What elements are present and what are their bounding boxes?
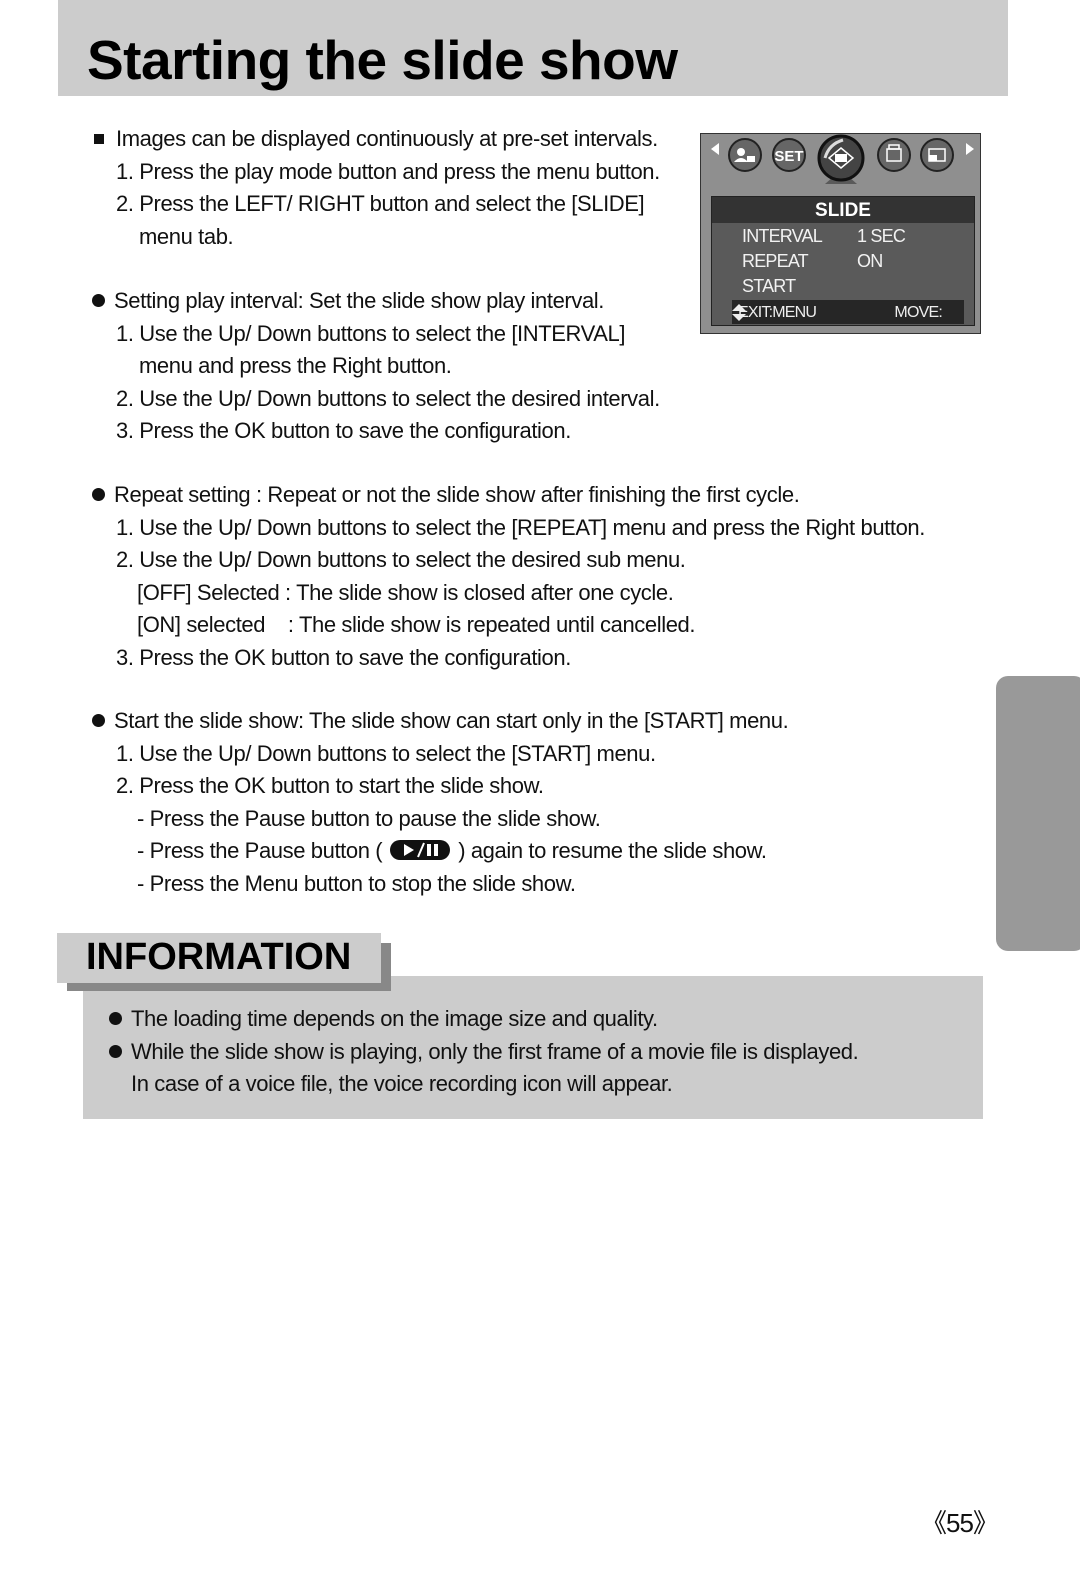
lcd-slide-panel: SLIDE INTERVAL 1 SEC REPEAT ON START EXI… bbox=[711, 196, 975, 326]
start-section: Start the slide show: The slide show can… bbox=[90, 705, 789, 900]
repeat-option-off: [OFF] Selected : The slide show is close… bbox=[137, 579, 674, 605]
lcd-move-label: MOVE: bbox=[894, 304, 942, 321]
left-arrow-icon bbox=[711, 143, 719, 155]
repeat-step: 2. Use the Up/ Down buttons to select th… bbox=[116, 547, 686, 572]
lcd-menu-screenshot: SET SLIDE INTERVAL 1 SEC REPEAT ON START… bbox=[700, 133, 981, 334]
repeat-step: 1. Use the Up/ Down buttons to select th… bbox=[116, 514, 925, 540]
repeat-section: Repeat setting : Repeat or not the slide… bbox=[90, 479, 925, 674]
start-substep: - Press the Menu button to stop the slid… bbox=[137, 870, 576, 896]
resize-icon bbox=[920, 138, 954, 172]
lcd-header: SLIDE bbox=[712, 197, 974, 223]
start-substep-pause: - Press the Pause button () again to res… bbox=[137, 838, 767, 863]
information-tab: INFORMATION bbox=[57, 933, 381, 983]
interval-step: 1. Use the Up/ Down buttons to select th… bbox=[116, 320, 626, 346]
play-pause-button-icon bbox=[390, 840, 451, 861]
up-down-arrow-icon bbox=[732, 304, 746, 321]
interval-lead: Setting play interval: Set the slide sho… bbox=[90, 285, 660, 318]
right-arrow-icon bbox=[966, 143, 974, 155]
bullet-icon bbox=[92, 488, 105, 502]
slide-icon bbox=[817, 134, 865, 184]
intro-step-cont: menu tab. bbox=[139, 223, 234, 249]
start-step: 1. Use the Up/ Down buttons to select th… bbox=[116, 740, 656, 766]
interval-section: Setting play interval: Set the slide sho… bbox=[90, 285, 660, 448]
start-substep: - Press the Pause button to pause the sl… bbox=[137, 805, 601, 831]
intro-step: 2. Press the LEFT/ RIGHT button and sele… bbox=[116, 191, 645, 216]
print-icon bbox=[877, 138, 911, 172]
repeat-lead: Repeat setting : Repeat or not the slide… bbox=[90, 479, 925, 512]
lcd-exit-label: EXIT:MENU bbox=[738, 304, 817, 321]
intro-section: Images can be displayed continuously at … bbox=[90, 123, 660, 253]
start-lead: Start the slide show: The slide show can… bbox=[90, 705, 789, 738]
svg-text:SET: SET bbox=[774, 148, 803, 165]
square-bullet-icon bbox=[94, 133, 104, 144]
lcd-row-label: INTERVAL bbox=[742, 226, 823, 246]
bullet-icon bbox=[92, 714, 105, 728]
bullet-icon bbox=[109, 1012, 122, 1026]
information-list: The loading time depends on the image si… bbox=[107, 1002, 859, 1100]
interval-step: 3. Press the OK button to save the confi… bbox=[116, 418, 571, 443]
page-title: Starting the slide show bbox=[87, 29, 678, 91]
lcd-footer: EXIT:MENU MOVE: bbox=[732, 300, 964, 324]
bullet-icon bbox=[109, 1044, 122, 1058]
repeat-step: 3. Press the OK button to save the confi… bbox=[116, 644, 571, 670]
side-chapter-tab bbox=[996, 676, 1080, 951]
lcd-row-value: ON bbox=[857, 251, 883, 271]
interval-step: 2. Use the Up/ Down buttons to select th… bbox=[116, 385, 660, 411]
lcd-row-value: 1 SEC bbox=[857, 226, 906, 246]
lcd-row-label: REPEAT bbox=[742, 251, 809, 271]
information-item: The loading time depends on the image si… bbox=[107, 1002, 858, 1035]
protect-person-icon bbox=[728, 138, 762, 172]
information-item: While the slide show is playing, only th… bbox=[107, 1035, 859, 1068]
intro-step: 1. Press the play mode button and press … bbox=[116, 158, 660, 184]
lcd-row-label: START bbox=[742, 276, 796, 296]
repeat-option-on: [ON] selected : The slide show is repeat… bbox=[137, 612, 696, 637]
page-number: 《55》 bbox=[921, 1508, 999, 1538]
title-bar: Starting the slide show bbox=[58, 0, 1008, 96]
information-item-cont: In case of a voice file, the voice recor… bbox=[131, 1071, 673, 1096]
set-icon: SET bbox=[772, 138, 806, 172]
bullet-icon bbox=[92, 294, 105, 308]
start-step: 2. Press the OK button to start the slid… bbox=[116, 773, 544, 798]
interval-step-cont: menu and press the Right button. bbox=[139, 353, 452, 378]
intro-lead: Images can be displayed continuously at … bbox=[90, 123, 660, 156]
information-title: INFORMATION bbox=[86, 936, 352, 978]
